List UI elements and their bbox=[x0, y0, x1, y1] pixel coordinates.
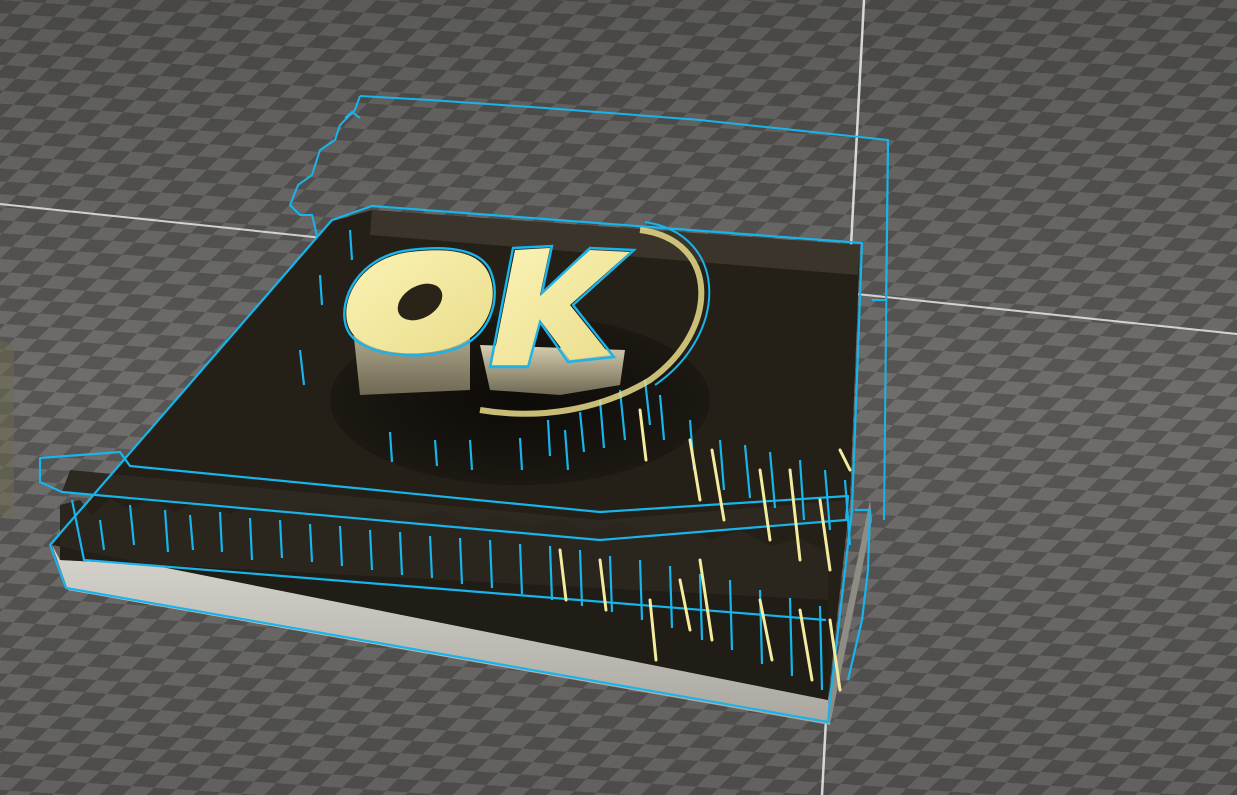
scene-canvas[interactable]: OK bbox=[0, 0, 1237, 795]
3d-viewport[interactable]: OK bbox=[0, 0, 1237, 795]
viewport-edge-shade bbox=[0, 340, 14, 520]
